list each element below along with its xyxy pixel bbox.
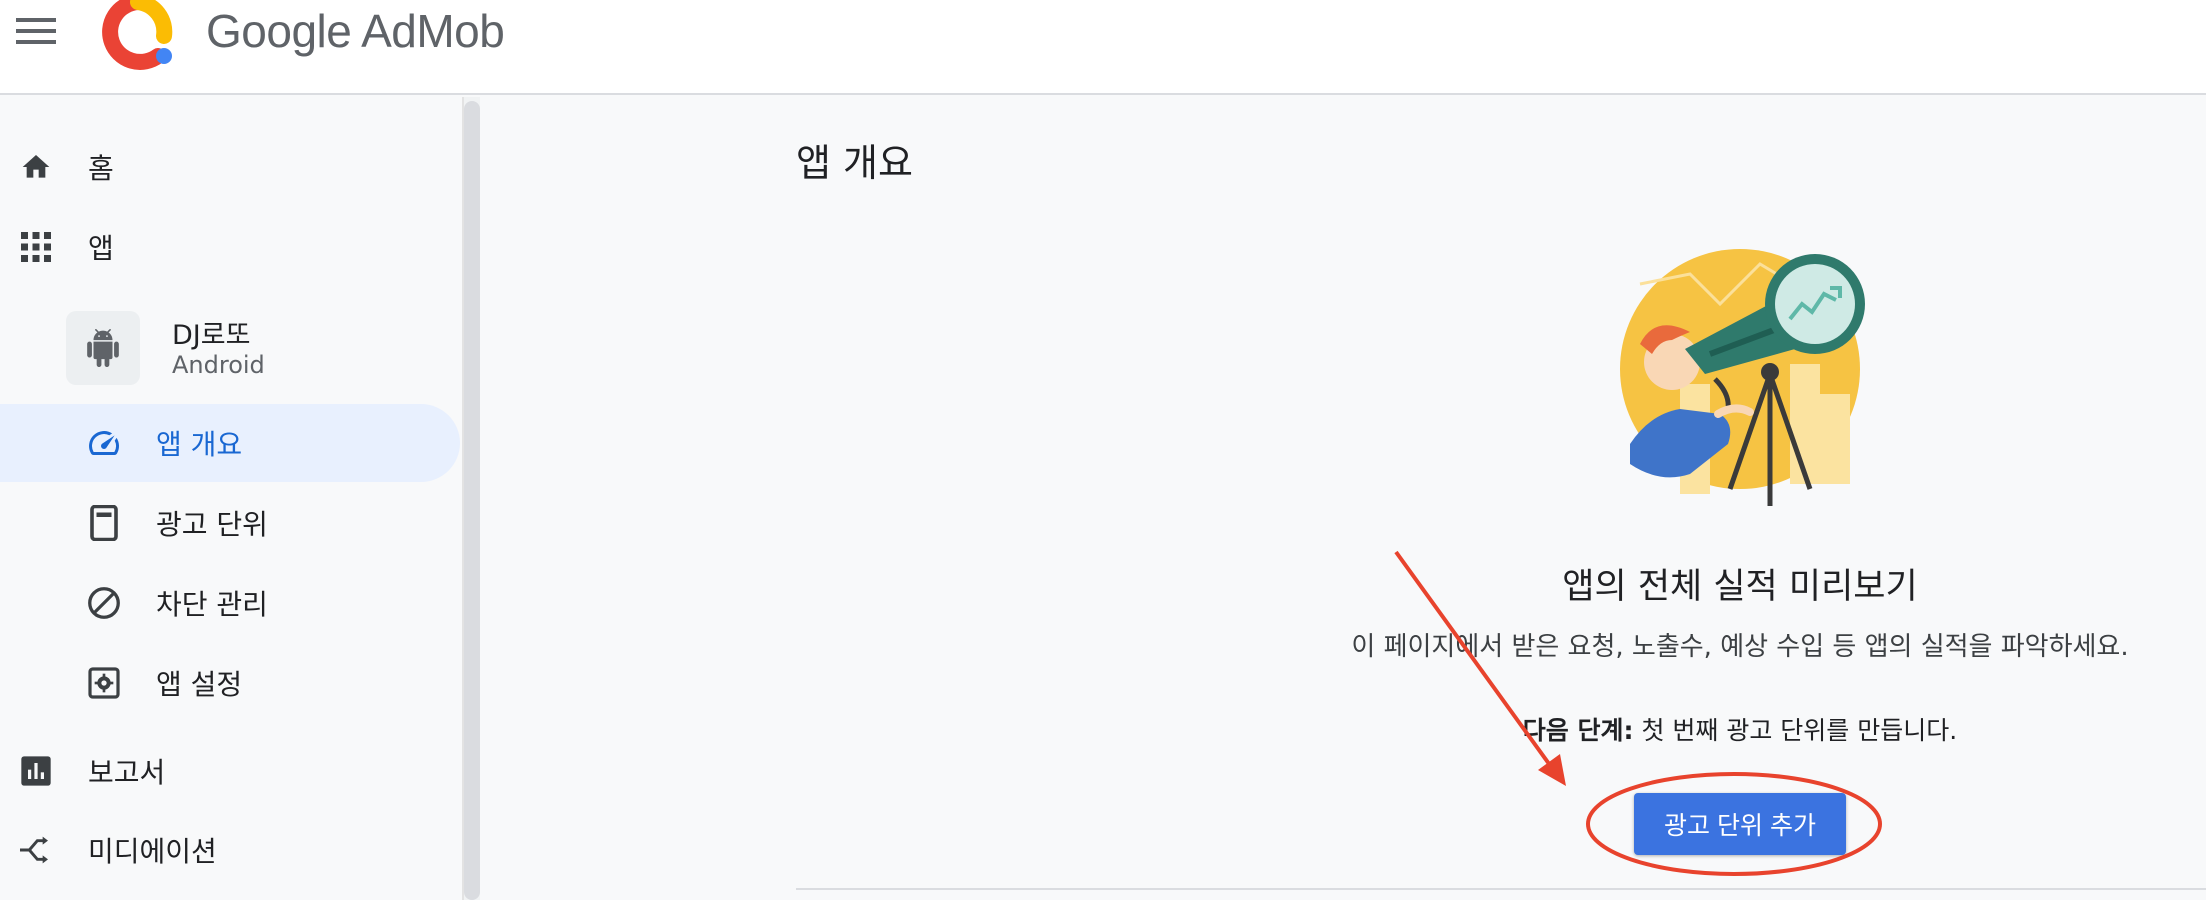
sidebar-item-label: 홈 (88, 152, 114, 185)
annotation-arrow-head (1538, 754, 1566, 786)
add-ad-unit-button[interactable]: 광고 단위 추가 (1634, 793, 1846, 855)
app-name[interactable]: DJ로또 (172, 313, 250, 352)
sidebar-item-label: 앱 설정 (156, 668, 243, 701)
telescope-illustration (1620, 249, 1865, 506)
app-avatar[interactable] (66, 311, 140, 385)
next-step-text: 다음 단계: 첫 번째 광고 단위를 만듭니다. (1340, 711, 2140, 747)
sidebar-item-apps[interactable]: 앱 (0, 208, 460, 286)
next-step-label: 다음 단계: (1522, 716, 1634, 745)
apps-grid-icon (18, 229, 54, 265)
top-app-bar: Google AdMob (0, 0, 2206, 95)
sidebar-item-blocking-controls[interactable]: 차단 관리 (0, 564, 460, 642)
hamburger-menu-icon[interactable] (14, 14, 58, 46)
next-step-instruction: 첫 번째 광고 단위를 만듭니다. (1633, 716, 1958, 745)
brand-title[interactable]: Google AdMob (206, 4, 505, 58)
sidebar-item-home[interactable]: 홈 (0, 128, 460, 206)
bar-chart-icon (18, 753, 54, 789)
sidebar-item-label: 앱 (88, 232, 114, 265)
app-platform: Android (172, 351, 265, 379)
mediation-icon (18, 832, 54, 868)
sidebar-item-label: 앱 개요 (156, 428, 243, 461)
sidebar-item-label: 차단 관리 (156, 588, 268, 621)
speedometer-icon (86, 425, 122, 461)
admob-logo-icon[interactable] (98, 0, 178, 74)
sidebar-item-mediation[interactable]: 미디에이션 (0, 811, 460, 889)
block-icon (86, 585, 122, 621)
sidebar-scrollbar-thumb[interactable] (464, 101, 480, 900)
sidebar-item-app-overview[interactable]: 앱 개요 (0, 404, 460, 482)
sidebar-item-reports[interactable]: 보고서 (0, 732, 460, 810)
settings-box-icon (86, 665, 122, 701)
content-divider (796, 888, 2206, 890)
sidebar-item-label: 보고서 (88, 756, 166, 789)
sidebar-item-app-settings[interactable]: 앱 설정 (0, 644, 460, 722)
sidebar-item-label: 미디에이션 (88, 835, 217, 868)
hero-description: 이 페이지에서 받은 요청, 노출수, 예상 수입 등 앱의 실적을 파악하세요… (1351, 632, 2129, 662)
sidebar-item-label: 광고 단위 (156, 508, 268, 541)
page-title: 앱 개요 (796, 141, 913, 185)
hero-title: 앱의 전체 실적 미리보기 (1562, 567, 1918, 607)
home-icon (18, 149, 54, 185)
sidebar-item-ad-units[interactable]: 광고 단위 (0, 484, 460, 562)
phone-ad-icon (86, 505, 122, 541)
android-icon (87, 329, 119, 367)
